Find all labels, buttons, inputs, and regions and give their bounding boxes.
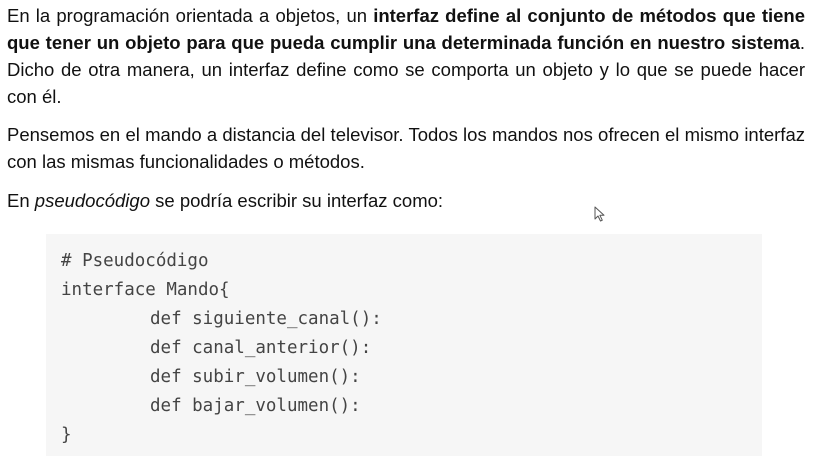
code-line-interface-decl: interface Mando{: [61, 280, 230, 300]
article-body: En la programación orientada a objetos, …: [7, 2, 805, 214]
paragraph-mando-example: Pensemos en el mando a distancia del tel…: [7, 124, 805, 172]
p3-text-end: se podría escribir su interfaz como:: [150, 190, 444, 211]
paragraph-pseudocode-intro: En pseudocódigo se podría escribir su in…: [7, 187, 805, 214]
code-line-closing-brace: }: [61, 425, 72, 445]
code-line-def: def subir_volumen():: [150, 367, 361, 387]
p3-italic-pseudocodigo: pseudocódigo: [34, 190, 150, 211]
mouse-pointer-icon: [594, 206, 605, 222]
p3-text-start: En: [7, 190, 35, 211]
code-block: # Pseudocódigo interface Mando{ def sigu…: [46, 234, 762, 456]
code-line-def: def canal_anterior():: [150, 338, 372, 358]
code-line-def: def bajar_volumen():: [150, 396, 361, 416]
code-line-comment: # Pseudocódigo: [61, 251, 209, 271]
code-line-def: def siguiente_canal():: [150, 309, 382, 329]
paragraph-interfaz-definition: En la programación orientada a objetos, …: [7, 2, 805, 110]
p1-text-start: En la programación orientada a objetos, …: [7, 5, 374, 26]
